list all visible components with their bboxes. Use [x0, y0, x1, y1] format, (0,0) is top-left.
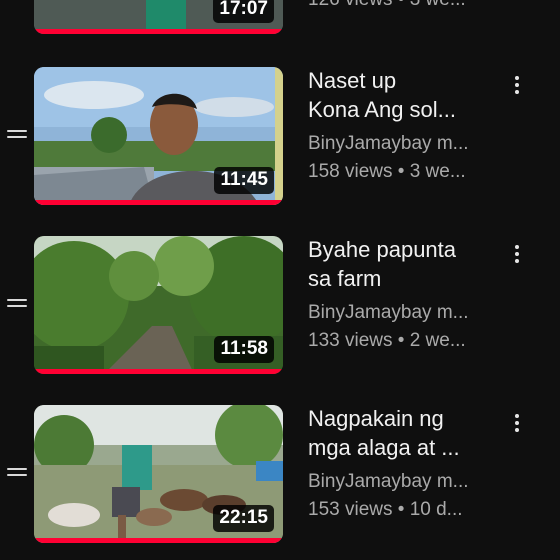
video-duration: 11:45: [214, 167, 274, 194]
video-duration: 17:07: [213, 0, 274, 23]
video-thumbnail[interactable]: 17:07: [34, 0, 283, 34]
channel-name: BinyJamaybay m...: [308, 471, 469, 492]
video-stats: 153 views • 10 d...: [308, 499, 463, 520]
video-title-line: Byahe papunta: [308, 237, 457, 262]
video-title-line: Nagpakain ng: [308, 406, 444, 431]
drag-handle-icon[interactable]: [7, 128, 27, 140]
playlist-item[interactable]: 11:58 Byahe papunta sa farm BinyJamaybay…: [0, 235, 560, 375]
drag-handle-icon[interactable]: [7, 297, 27, 309]
video-title-line: sa farm: [308, 266, 382, 291]
video-title-line: Naset up: [308, 68, 397, 93]
watch-progress-bar: [34, 29, 283, 34]
more-vert-icon[interactable]: [512, 243, 522, 265]
watch-progress-bar: [34, 200, 283, 205]
channel-name: BinyJamaybay m...: [308, 302, 469, 323]
video-title[interactable]: Naset up Kona Ang sol...: [308, 66, 488, 124]
video-thumbnail[interactable]: 22:15: [34, 405, 283, 543]
video-thumbnail[interactable]: 11:45: [34, 67, 283, 205]
watch-progress-bar: [34, 538, 283, 543]
video-title[interactable]: Nagpakain ng mga alaga at ...: [308, 404, 488, 462]
playlist-item[interactable]: 11:45 Naset up Kona Ang sol... BinyJamay…: [0, 66, 560, 206]
playlist-item[interactable]: 22:15 Nagpakain ng mga alaga at ... Biny…: [0, 404, 560, 544]
video-duration: 22:15: [213, 505, 274, 532]
video-thumbnail[interactable]: 11:58: [34, 236, 283, 374]
more-vert-icon[interactable]: [512, 412, 522, 434]
video-title[interactable]: Byahe papunta sa farm: [308, 235, 488, 293]
drag-handle-icon[interactable]: [7, 466, 27, 478]
video-title-line: mga alaga at ...: [308, 435, 460, 460]
video-title-line: Kona Ang sol...: [308, 97, 456, 122]
video-stats: 133 views • 2 we...: [308, 330, 466, 351]
video-stats: 126 views • 3 we...: [308, 0, 488, 14]
video-stats: 158 views • 3 we...: [308, 161, 466, 182]
more-vert-icon[interactable]: [512, 74, 522, 96]
channel-name: BinyJamaybay m...: [308, 133, 469, 154]
playlist-item-partial[interactable]: 17:07 126 views • 3 we...: [0, 0, 560, 36]
watch-progress-bar: [34, 369, 283, 374]
video-duration: 11:58: [214, 336, 274, 363]
